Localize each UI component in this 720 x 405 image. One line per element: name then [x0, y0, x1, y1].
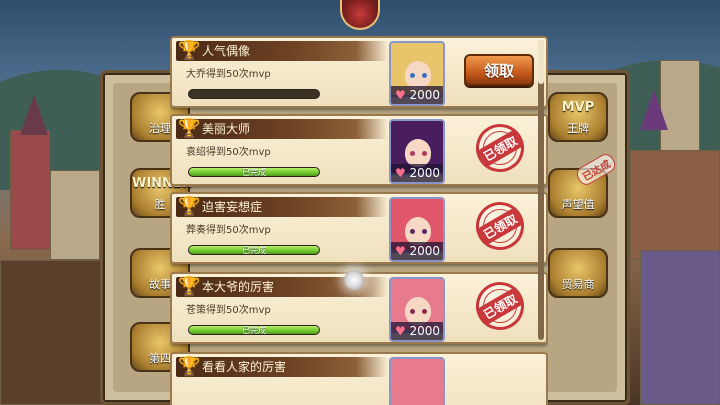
achievement-card: 🏆 看看人家的厉害 [170, 352, 548, 405]
progress-bar: 已完成 [188, 245, 320, 255]
reward-amount: 2000 [409, 166, 440, 180]
building [10, 130, 50, 250]
sparkle-cursor [344, 270, 364, 290]
achievement-description: 苍策得到50次mvp [186, 305, 271, 316]
ship [0, 260, 110, 405]
trophy-icon: 🏆 [178, 356, 201, 377]
progress-bar: 已完成 [188, 167, 320, 177]
avatar-face [405, 61, 431, 89]
avatar-eye [422, 73, 427, 78]
character-avatar [389, 357, 445, 405]
building [640, 250, 720, 405]
avatar-eye [410, 229, 415, 234]
avatar-face [405, 217, 431, 245]
progress-bar [188, 89, 320, 99]
reward-box: ♥ 2000 [389, 322, 445, 342]
progress-label: 已完成 [242, 326, 266, 335]
side-badge-right-1: MVP 王牌 [548, 92, 608, 142]
achievement-title: 迫害妄想症 [202, 200, 263, 214]
reward-box: ♥ 2000 [389, 86, 445, 106]
heart-icon: ♥ [395, 88, 406, 102]
building [630, 150, 720, 260]
claimed-stamp-label: 已领取 [477, 207, 523, 245]
avatar-eye [422, 309, 427, 314]
heart-icon: ♥ [395, 324, 406, 338]
building [50, 170, 100, 260]
achievement-description: 葬奏得到50次mvp [186, 225, 271, 236]
heart-icon: ♥ [395, 166, 406, 180]
avatar-eye [410, 73, 415, 78]
claimed-stamp: 已领取 [467, 273, 533, 339]
achievement-card: 🏆 迫害妄想症 葬奏得到50次mvp 已完成 ♥ 2000 已领取 [170, 192, 548, 264]
trophy-icon: 🏆 [178, 276, 201, 297]
roof [20, 95, 48, 135]
avatar-face [405, 139, 431, 167]
reward-box: ♥ 2000 [389, 242, 445, 262]
heart-icon: ♥ [395, 244, 406, 258]
trophy-icon: 🏆 [178, 118, 201, 139]
achievement-title: 美丽大师 [202, 122, 251, 136]
achievement-title: 人气偶像 [202, 44, 251, 58]
achievement-title: 本大爷的厉害 [202, 280, 275, 294]
list-scrollbar[interactable] [538, 40, 544, 340]
avatar-face [405, 297, 431, 325]
side-badge-right-3: 贸易商 [548, 248, 608, 298]
claimed-stamp: 已领取 [467, 115, 533, 181]
scrollbar-thumb[interactable] [538, 40, 544, 84]
achievement-card: 🏆 人气偶像 大乔得到50次mvp ♥ 2000 领取 [170, 36, 548, 108]
trophy-icon: 🏆 [178, 196, 201, 217]
reward-amount: 2000 [409, 244, 440, 258]
claimed-stamp-label: 已领取 [477, 129, 523, 167]
achievement-description: 袁绍得到50次mvp [186, 147, 271, 158]
claim-button[interactable]: 领取 [464, 54, 534, 86]
progress-label: 已完成 [242, 168, 266, 177]
claimed-stamp: 已领取 [467, 193, 533, 259]
reward-box: ♥ 2000 [389, 164, 445, 184]
achievement-card: 🏆 美丽大师 袁绍得到50次mvp 已完成 ♥ 2000 已领取 [170, 114, 548, 186]
roof [640, 90, 668, 130]
avatar-eye [422, 151, 427, 156]
avatar-eye [422, 229, 427, 234]
avatar-eye [410, 151, 415, 156]
achievement-list[interactable]: 🏆 人气偶像 大乔得到50次mvp ♥ 2000 领取 🏆 美丽大师 袁绍得到5… [170, 36, 548, 405]
reward-amount: 2000 [409, 88, 440, 102]
claimed-stamp-label: 已领取 [477, 287, 523, 325]
progress-label: 已完成 [242, 246, 266, 255]
avatar-hair [391, 359, 443, 405]
achievement-title: 看看人家的厉害 [202, 360, 287, 374]
progress-bar: 已完成 [188, 325, 320, 335]
achievement-description: 大乔得到50次mvp [186, 69, 271, 80]
trophy-icon: 🏆 [178, 40, 201, 61]
avatar-eye [410, 309, 415, 314]
reward-amount: 2000 [409, 324, 440, 338]
